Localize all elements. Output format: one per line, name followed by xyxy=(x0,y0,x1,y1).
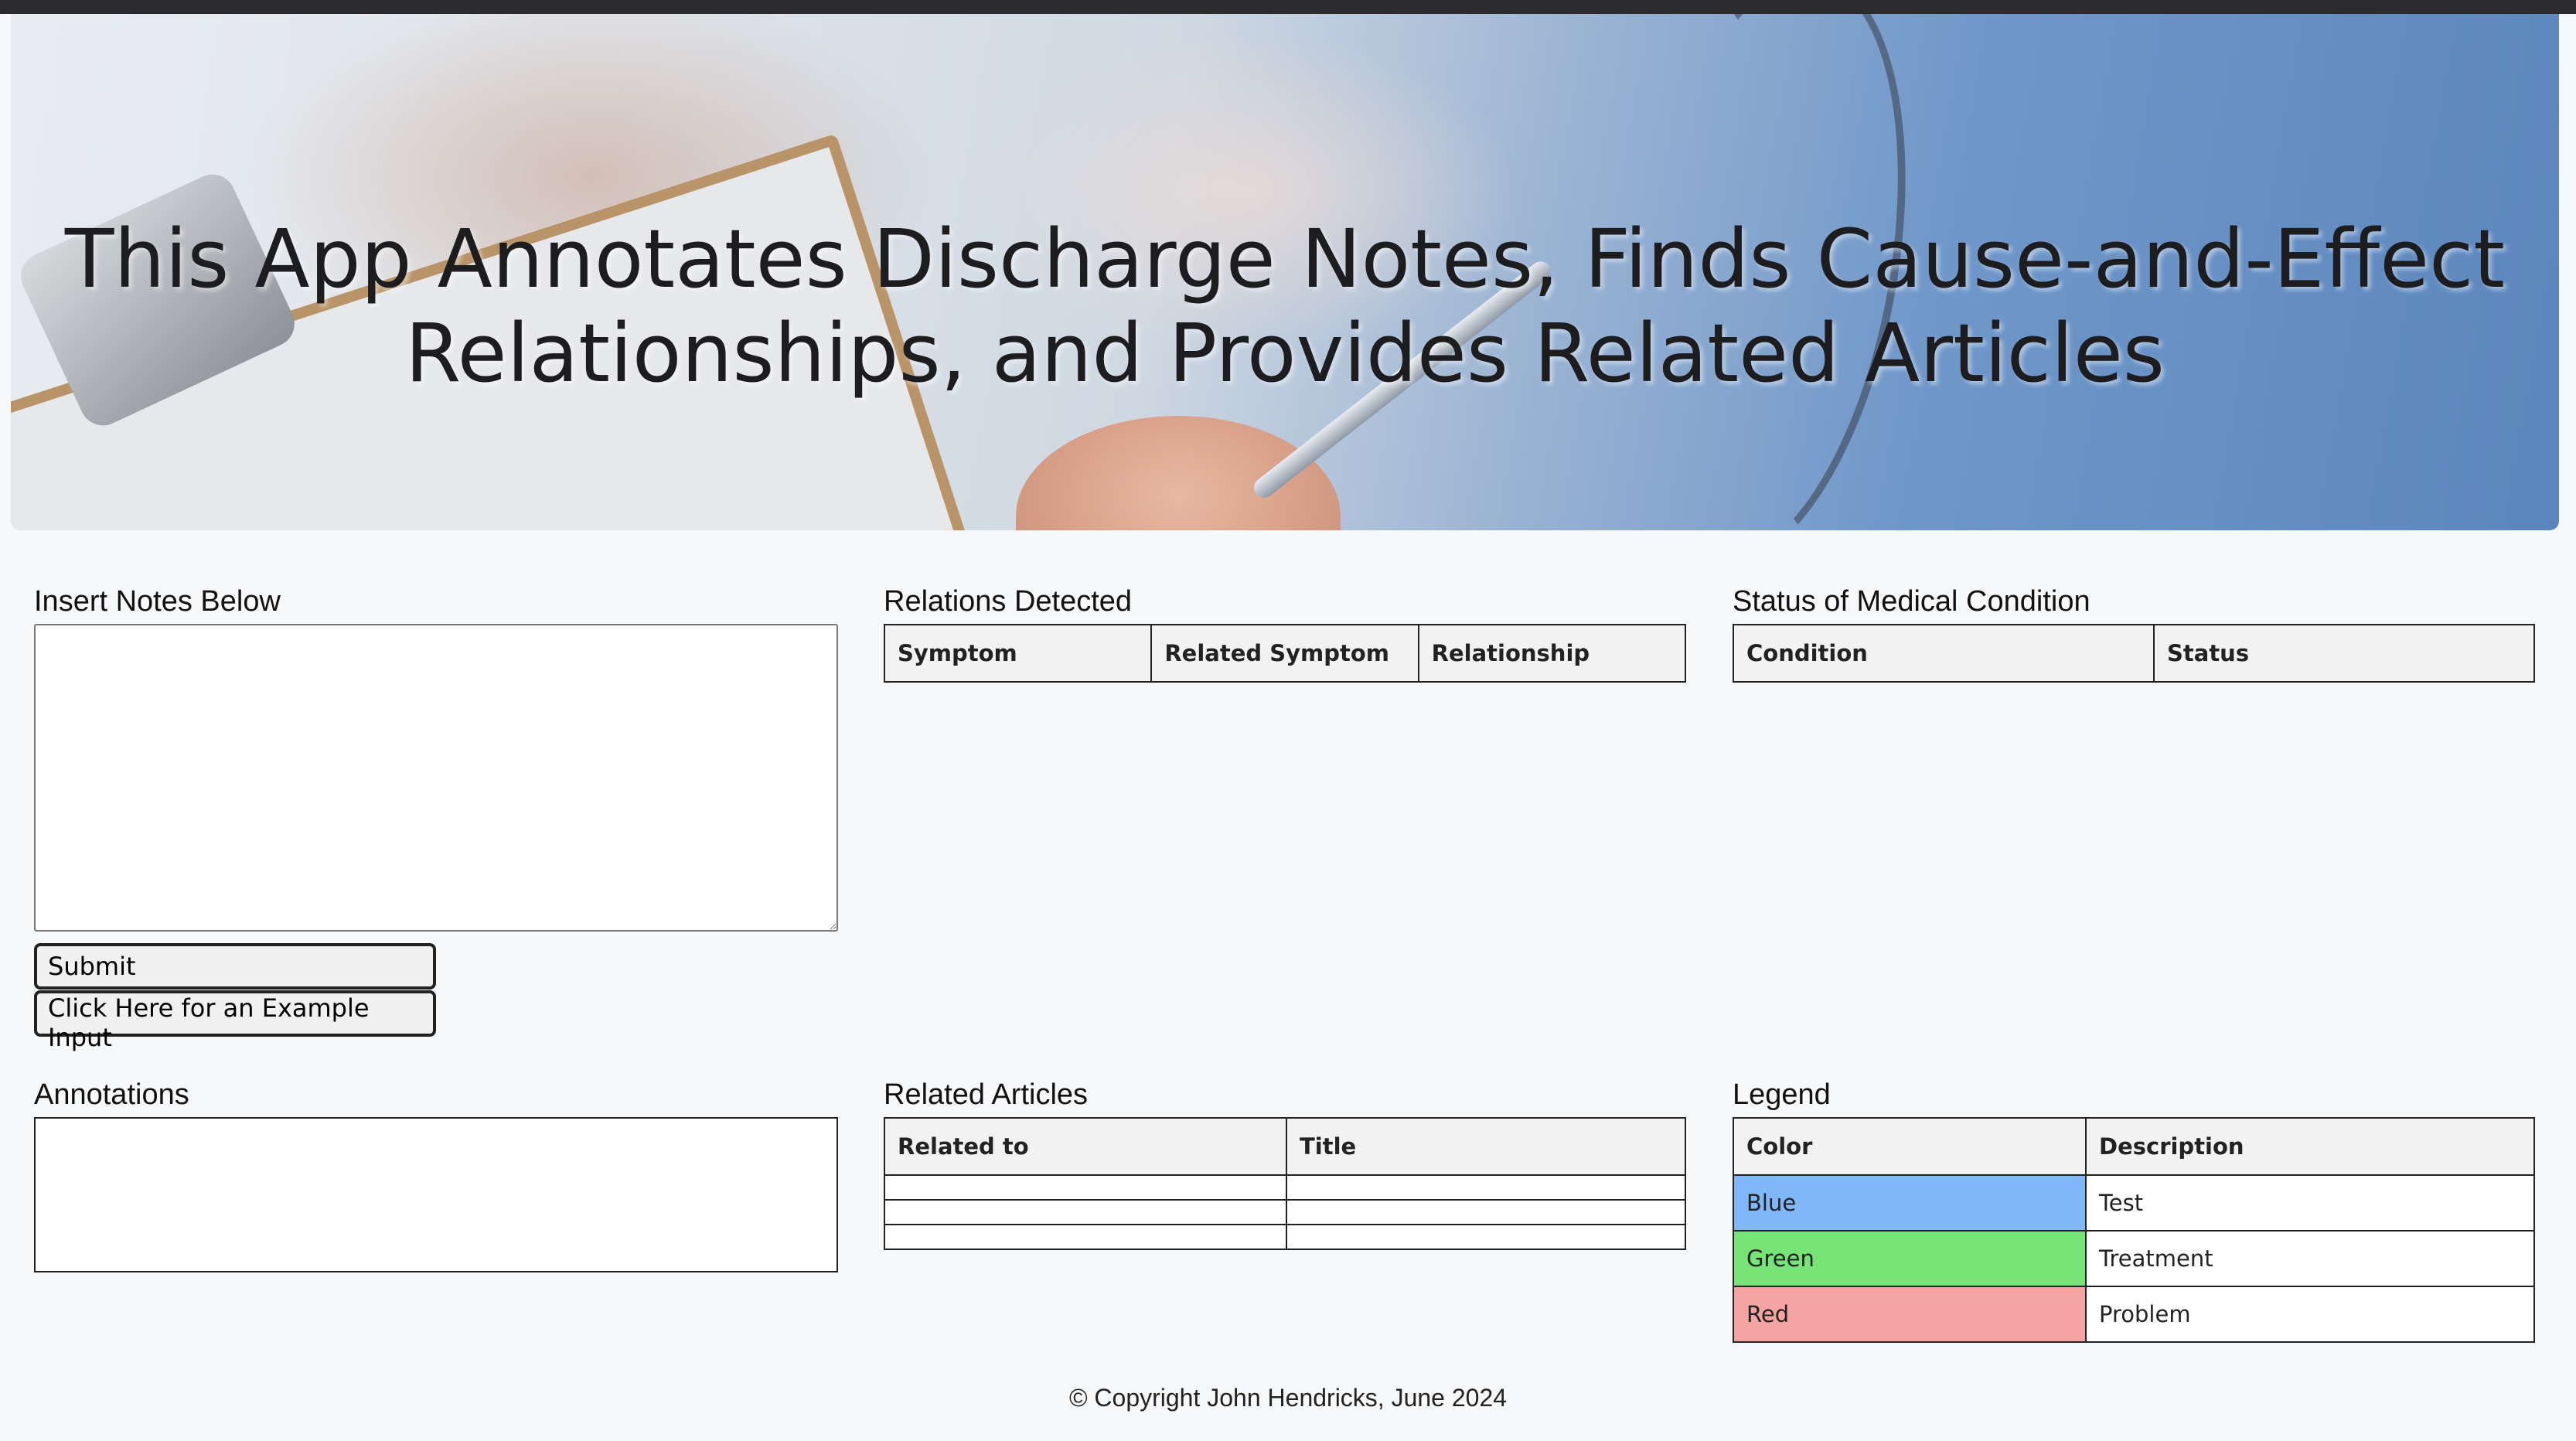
legend-col-description: Description xyxy=(2085,1117,2535,1176)
top-bar xyxy=(0,0,2576,14)
page-title: This App Annotates Discharge Notes, Find… xyxy=(64,212,2506,400)
notes-heading: Insert Notes Below xyxy=(34,585,281,618)
legend-table: Color Description Blue Test Green Treatm… xyxy=(1733,1117,2535,1343)
submit-button[interactable]: Submit xyxy=(34,943,436,990)
table-row xyxy=(884,1224,1686,1250)
relations-col-related-symptom: Related Symptom xyxy=(1150,624,1419,683)
status-col-condition: Condition xyxy=(1733,624,2155,683)
notes-input[interactable] xyxy=(34,624,838,932)
relations-col-symptom: Symptom xyxy=(883,624,1153,683)
legend-row: Red Problem xyxy=(1733,1286,2535,1343)
relations-table: Symptom Related Symptom Relationship xyxy=(883,624,1687,683)
table-cell xyxy=(1286,1174,1686,1201)
articles-heading: Related Articles xyxy=(884,1078,1089,1111)
relations-heading: Relations Detected xyxy=(884,585,1133,618)
status-col-status: Status xyxy=(2153,624,2535,683)
table-row xyxy=(884,1199,1686,1225)
footer-copyright: © Copyright John Hendricks, June 2024 xyxy=(1068,1384,1508,1412)
status-table: Condition Status xyxy=(1733,624,2535,683)
legend-description: Treatment xyxy=(2085,1230,2535,1287)
articles-col-title: Title xyxy=(1286,1117,1686,1176)
table-row xyxy=(884,1174,1686,1201)
legend-description: Problem xyxy=(2085,1286,2535,1343)
table-header-row: Related to Title xyxy=(884,1117,1686,1176)
legend-heading: Legend xyxy=(1733,1078,1831,1111)
articles-table: Related to Title xyxy=(884,1117,1686,1250)
table-cell xyxy=(1286,1224,1686,1250)
legend-row: Blue Test xyxy=(1733,1174,2535,1231)
table-cell xyxy=(1286,1199,1686,1225)
relations-col-relationship: Relationship xyxy=(1417,624,1687,683)
legend-color-swatch: Red xyxy=(1733,1286,2087,1343)
legend-row: Green Treatment xyxy=(1733,1230,2535,1287)
legend-col-color: Color xyxy=(1733,1117,2087,1176)
articles-col-related-to: Related to xyxy=(884,1117,1287,1176)
table-cell xyxy=(884,1224,1287,1250)
table-cell xyxy=(884,1174,1287,1201)
legend-color-swatch: Green xyxy=(1733,1230,2087,1287)
table-header-row: Symptom Related Symptom Relationship xyxy=(883,624,1687,683)
status-heading: Status of Medical Condition xyxy=(1733,585,2090,618)
hero-banner: This App Annotates Discharge Notes, Find… xyxy=(11,14,2559,530)
table-header-row: Condition Status xyxy=(1733,624,2535,683)
legend-color-swatch: Blue xyxy=(1733,1174,2087,1231)
annotations-heading: Annotations xyxy=(34,1078,189,1111)
table-cell xyxy=(884,1199,1287,1225)
table-header-row: Color Description xyxy=(1733,1117,2535,1176)
legend-description: Test xyxy=(2085,1174,2535,1231)
annotations-box xyxy=(34,1117,838,1272)
example-input-button[interactable]: Click Here for an Example Input xyxy=(34,990,436,1052)
